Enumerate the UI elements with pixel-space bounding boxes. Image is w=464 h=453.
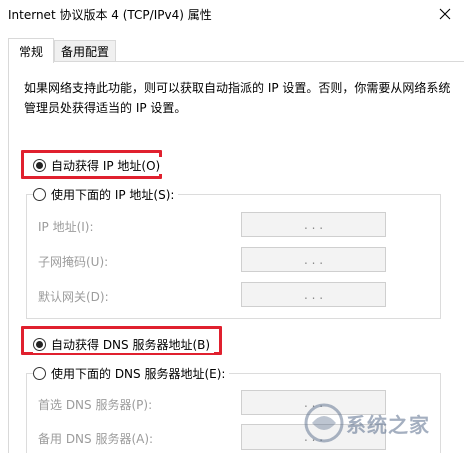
ip-auto-label: 自动获得 IP 地址(O) (51, 159, 161, 173)
radio-selected-icon (33, 338, 46, 351)
ip-address-input[interactable]: . . . (241, 212, 386, 237)
dns-manual-radio[interactable]: 使用下面的 DNS 服务器地址(E): (33, 365, 230, 382)
default-gateway-label: 默认网关(D): (38, 290, 109, 304)
default-gateway-input[interactable]: . . . (241, 282, 386, 307)
dns-manual-label: 使用下面的 DNS 服务器地址(E): (51, 367, 226, 381)
window-title: Internet 协议版本 4 (TCP/IPv4) 属性 (8, 8, 212, 22)
close-icon (439, 8, 451, 20)
watermark-text: 系统之家 (346, 413, 430, 437)
radio-unselected-icon (33, 367, 46, 380)
default-gateway-value: . . . (303, 287, 324, 302)
description-text: 如果网络支持此功能，则可以获取自动指派的 IP 设置。否则，你需要从网络系统管理… (24, 81, 451, 115)
alternate-dns-label: 备用 DNS 服务器(A): (38, 432, 154, 446)
dns-auto-label: 自动获得 DNS 服务器地址(B) (51, 338, 211, 352)
ip-manual-radio[interactable]: 使用下面的 IP 地址(S): (33, 186, 179, 203)
radio-selected-icon (33, 159, 46, 172)
dns-auto-radio[interactable]: 自动获得 DNS 服务器地址(B) (33, 336, 215, 353)
ip-manual-label: 使用下面的 IP 地址(S): (51, 188, 175, 202)
tab-strip: 常规 备用配置 (0, 38, 464, 63)
title-bar: Internet 协议版本 4 (TCP/IPv4) 属性 (0, 0, 464, 30)
watermark-logo-icon (304, 403, 344, 443)
subnet-mask-input[interactable]: . . . (241, 247, 386, 272)
radio-unselected-icon (33, 188, 46, 201)
subnet-mask-value: . . . (303, 252, 324, 267)
subnet-mask-label: 子网掩码(U): (38, 255, 109, 269)
ip-address-label: IP 地址(I): (38, 220, 94, 234)
close-button[interactable] (430, 2, 460, 26)
watermark: 系统之家 (300, 395, 460, 450)
preferred-dns-label: 首选 DNS 服务器(P): (38, 398, 153, 412)
tab-alternate-config[interactable]: 备用配置 (54, 40, 116, 62)
ip-address-value: . . . (303, 217, 324, 232)
tab-general[interactable]: 常规 (8, 38, 54, 63)
ip-auto-radio[interactable]: 自动获得 IP 地址(O) (33, 157, 165, 174)
